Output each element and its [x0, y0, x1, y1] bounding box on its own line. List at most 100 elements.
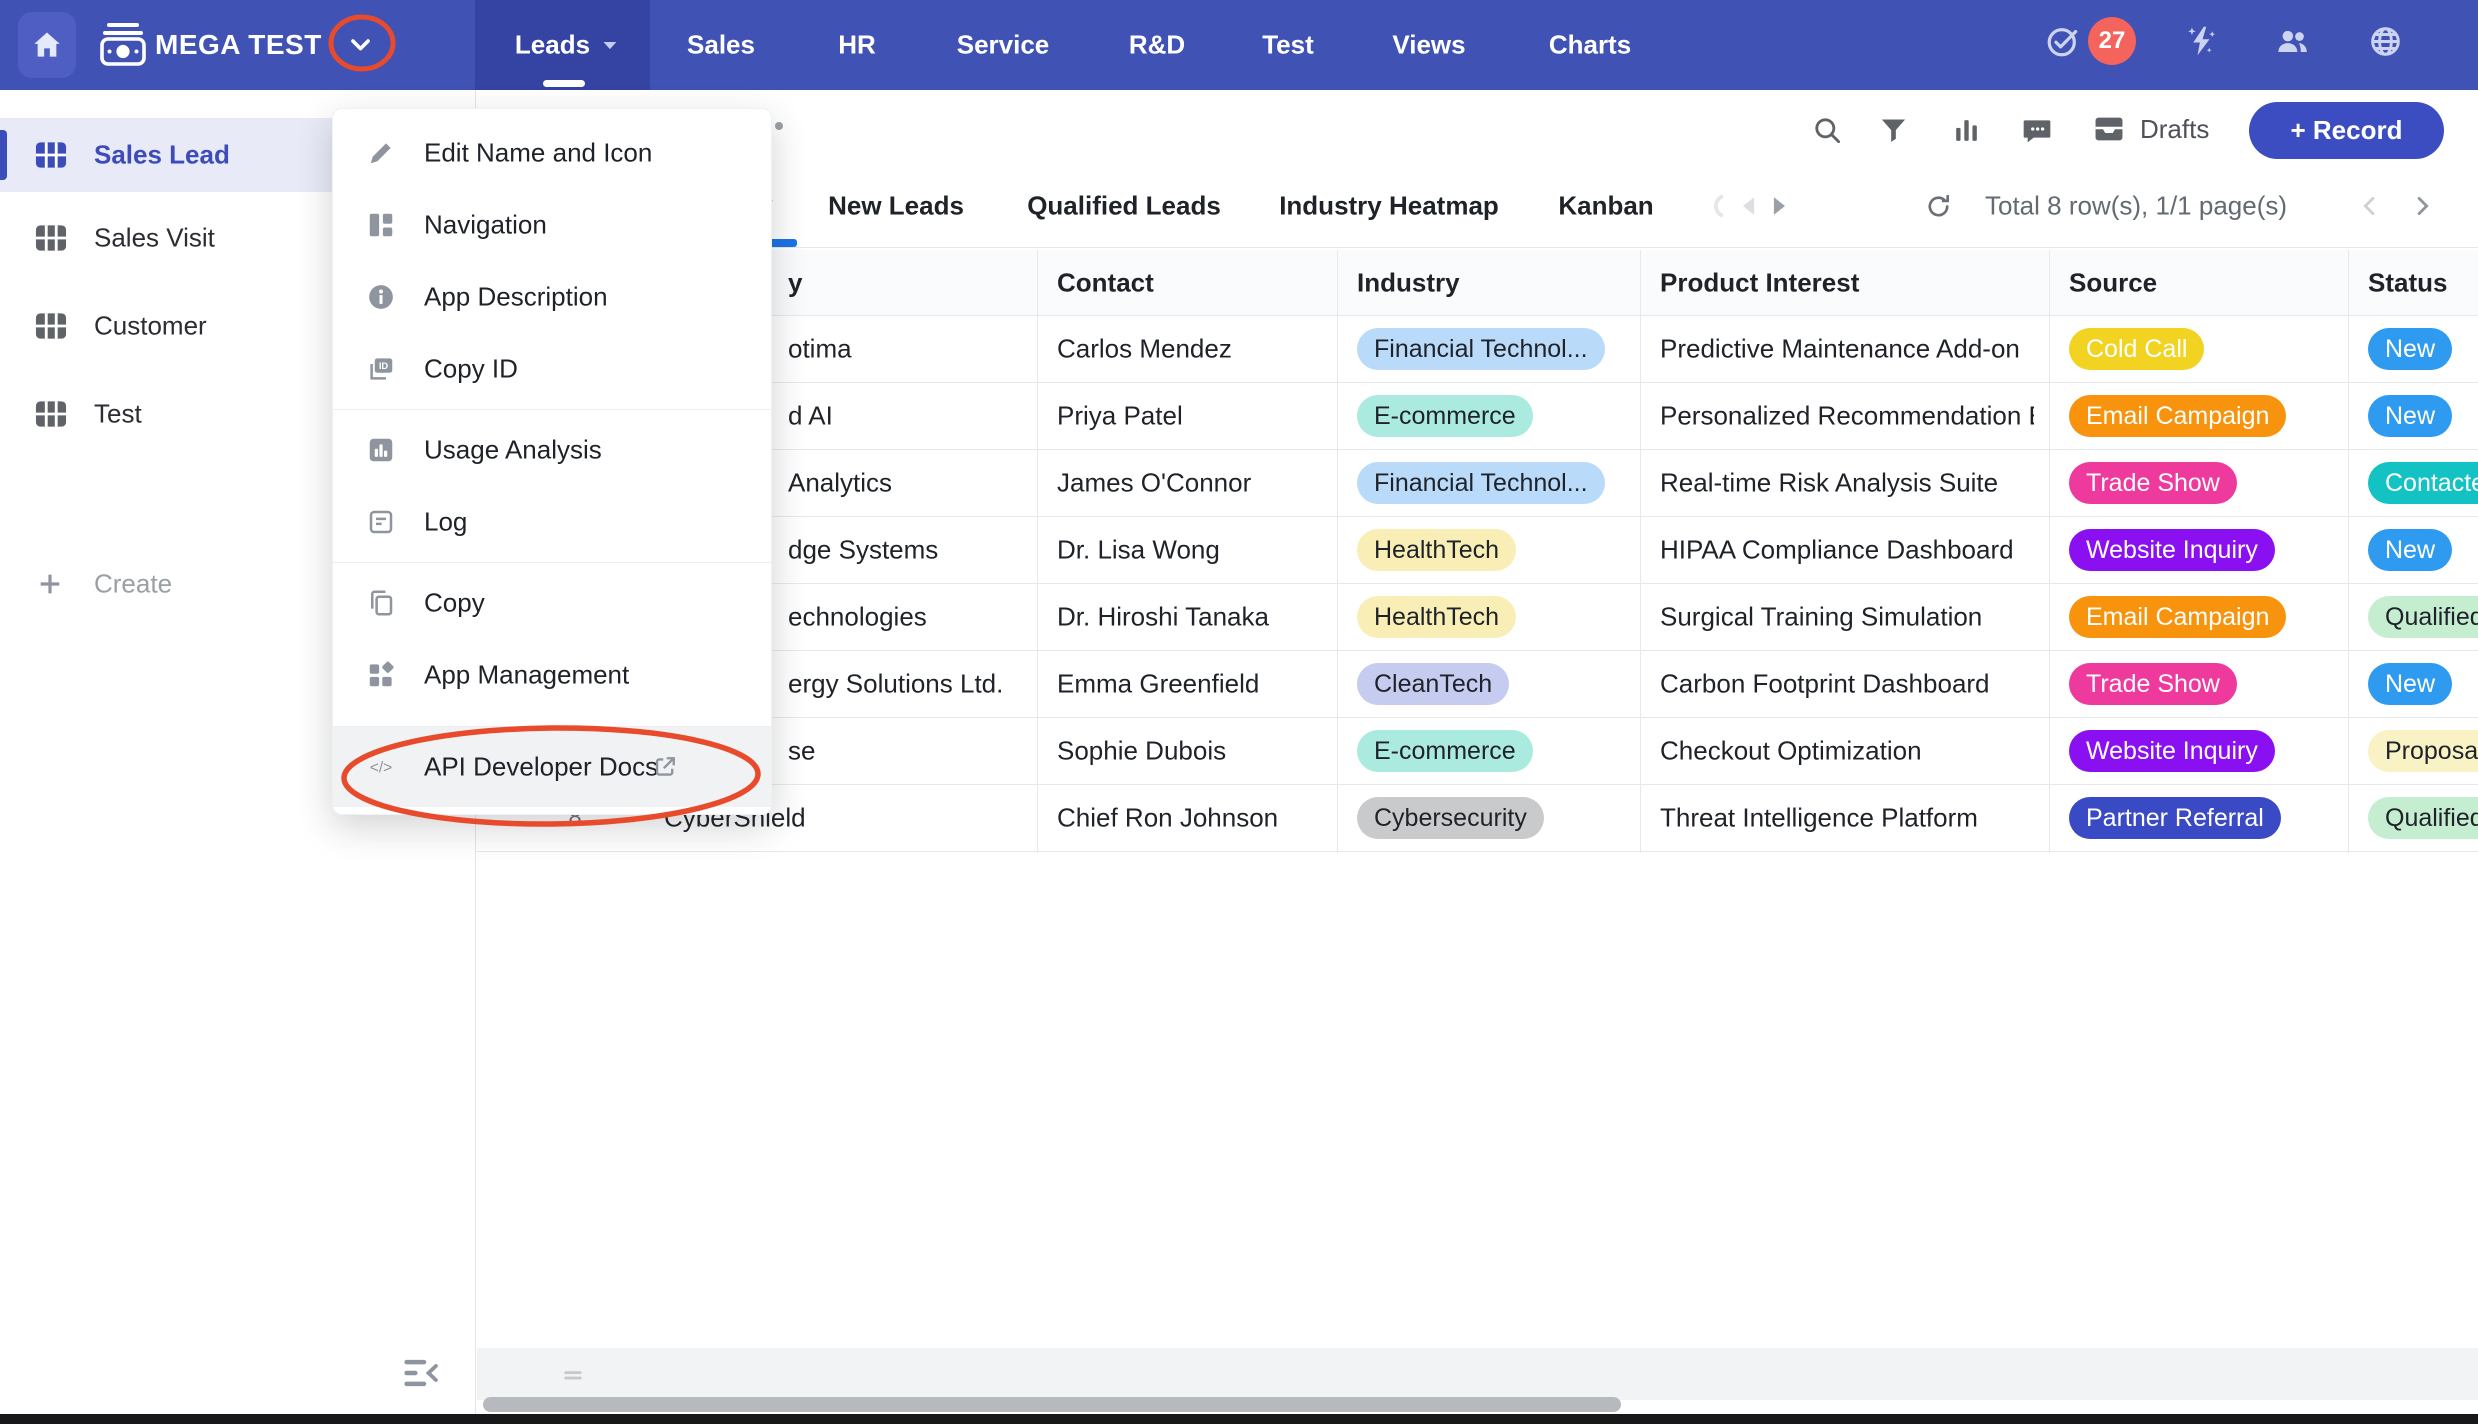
chart-view-icon[interactable]	[1951, 115, 1982, 146]
menu-item-app-description[interactable]: App Description	[333, 261, 771, 333]
page-prev-icon[interactable]	[2356, 192, 2384, 220]
cell-source[interactable]: Partner Referral	[2069, 797, 2281, 839]
cell-product-interest[interactable]: Checkout Optimization	[1660, 736, 2034, 767]
table-row[interactable]: 8CyberShieldChief Ron JohnsonCybersecuri…	[476, 785, 2478, 852]
home-button[interactable]	[18, 12, 76, 78]
cell-status[interactable]: New	[2368, 395, 2452, 437]
cell-company[interactable]: se	[788, 736, 815, 767]
cell-contact[interactable]: Emma Greenfield	[1057, 669, 1259, 700]
drafts-button[interactable]: Drafts	[2092, 112, 2209, 146]
view-tab-industry-heatmap[interactable]: Industry Heatmap	[1279, 191, 1499, 222]
cell-source[interactable]: Cold Call	[2069, 328, 2204, 370]
table-row[interactable]: 2d AIPriya PatelE-commercePersonalized R…	[476, 383, 2478, 450]
menu-item-app-management[interactable]: App Management	[333, 639, 771, 711]
cell-company[interactable]: Analytics	[788, 468, 892, 499]
page-next-icon[interactable]	[2408, 192, 2436, 220]
search-icon[interactable]	[1812, 115, 1843, 146]
cell-contact[interactable]: Carlos Mendez	[1057, 334, 1232, 365]
nav-tab-test[interactable]: Test	[1262, 30, 1314, 61]
record-button[interactable]: + Record	[2249, 102, 2444, 159]
cell-status[interactable]: New	[2368, 663, 2452, 705]
column-header-status[interactable]: Status	[2368, 268, 2447, 299]
cell-industry[interactable]: Cybersecurity	[1357, 797, 1544, 839]
cell-product-interest[interactable]: Carbon Footprint Dashboard	[1660, 669, 2034, 700]
menu-item-copy[interactable]: Copy	[333, 567, 771, 639]
nav-tab-charts[interactable]: Charts	[1549, 30, 1631, 61]
members-icon[interactable]	[2275, 24, 2310, 59]
cell-contact[interactable]: Sophie Dubois	[1057, 736, 1226, 767]
table-row[interactable]: 7seSophie DuboisE-commerceCheckout Optim…	[476, 718, 2478, 785]
menu-item-usage-analysis[interactable]: Usage Analysis	[333, 414, 771, 486]
cell-contact[interactable]: James O'Connor	[1057, 468, 1251, 499]
cell-industry[interactable]: Financial Technol...	[1357, 462, 1605, 504]
cell-contact[interactable]: Chief Ron Johnson	[1057, 803, 1278, 834]
cell-product-interest[interactable]: Surgical Training Simulation	[1660, 602, 2034, 633]
nav-tab-service[interactable]: Service	[957, 30, 1050, 61]
table-row[interactable]: 1otimaCarlos MendezFinancial Technol...P…	[476, 316, 2478, 383]
refresh-icon[interactable]	[1924, 192, 1953, 221]
cell-company[interactable]: echnologies	[788, 602, 927, 633]
notification-badge[interactable]: 27	[2088, 17, 2136, 65]
table-row[interactable]: 3AnalyticsJames O'ConnorFinancial Techno…	[476, 450, 2478, 517]
cell-company[interactable]: d AI	[788, 401, 833, 432]
cell-source[interactable]: Website Inquiry	[2069, 529, 2275, 571]
tasks-icon[interactable]	[2045, 24, 2080, 59]
cell-source[interactable]: Email Campaign	[2069, 596, 2286, 638]
nav-tab-hr[interactable]: HR	[838, 30, 876, 61]
column-header-source[interactable]: Source	[2069, 268, 2157, 299]
cell-industry[interactable]: E-commerce	[1357, 395, 1533, 437]
view-tab-qualified-leads[interactable]: Qualified Leads	[1027, 191, 1221, 222]
ai-assistant-icon[interactable]	[2184, 23, 2220, 59]
row-height-icon[interactable]	[560, 1362, 586, 1388]
column-header-contact[interactable]: Contact	[1057, 268, 1154, 299]
menu-item-api-developer-docs[interactable]: </>API Developer Docs	[333, 727, 771, 807]
horizontal-scrollbar[interactable]	[483, 1397, 1621, 1412]
nav-tab-sales[interactable]: Sales	[687, 30, 755, 61]
cell-status[interactable]: Contacted	[2368, 462, 2478, 504]
cell-contact[interactable]: Priya Patel	[1057, 401, 1183, 432]
nav-tab-rd[interactable]: R&D	[1129, 30, 1185, 61]
cell-status[interactable]: Qualified	[2368, 596, 2478, 638]
cell-status[interactable]: Qualified	[2368, 797, 2478, 839]
table-row[interactable]: 5echnologiesDr. Hiroshi TanakaHealthTech…	[476, 584, 2478, 651]
cell-product-interest[interactable]: Predictive Maintenance Add-on	[1660, 334, 2034, 365]
cell-industry[interactable]: HealthTech	[1357, 529, 1516, 571]
menu-item-copy-id[interactable]: IDCopy ID	[333, 333, 771, 405]
cell-company[interactable]: ergy Solutions Ltd.	[788, 669, 1003, 700]
cell-status[interactable]: New	[2368, 328, 2452, 370]
cell-contact[interactable]: Dr. Lisa Wong	[1057, 535, 1220, 566]
filter-icon[interactable]	[1878, 115, 1909, 146]
menu-item-edit-name-and-icon[interactable]: Edit Name and Icon	[333, 117, 771, 189]
cell-product-interest[interactable]: Personalized Recommendation Engine	[1660, 401, 2034, 432]
cell-industry[interactable]: E-commerce	[1357, 730, 1533, 772]
view-tab-new-leads[interactable]: New Leads	[828, 191, 964, 222]
collapse-sidebar-button[interactable]	[400, 1352, 442, 1394]
cell-source[interactable]: Trade Show	[2069, 663, 2237, 705]
column-header-industry[interactable]: Industry	[1357, 268, 1460, 299]
view-tabs-prev-icon[interactable]	[1736, 192, 1764, 220]
cell-contact[interactable]: Dr. Hiroshi Tanaka	[1057, 602, 1269, 633]
column-header-company-fragment[interactable]: y	[788, 268, 802, 299]
app-menu-chevron-icon[interactable]	[344, 28, 377, 61]
view-tab-kanban[interactable]: Kanban	[1558, 191, 1653, 222]
view-tabs-next-icon[interactable]	[1764, 192, 1792, 220]
nav-tab-leads[interactable]: Leads	[515, 30, 621, 61]
cell-company[interactable]: dge Systems	[788, 535, 938, 566]
cell-status[interactable]: New	[2368, 529, 2452, 571]
nav-tab-views[interactable]: Views	[1392, 30, 1465, 61]
table-row[interactable]: 4dge SystemsDr. Lisa WongHealthTechHIPAA…	[476, 517, 2478, 584]
cell-industry[interactable]: Financial Technol...	[1357, 328, 1605, 370]
cell-company[interactable]: otima	[788, 334, 852, 365]
cell-industry[interactable]: HealthTech	[1357, 596, 1516, 638]
cell-product-interest[interactable]: Threat Intelligence Platform	[1660, 803, 2034, 834]
menu-item-navigation[interactable]: Navigation	[333, 189, 771, 261]
cell-source[interactable]: Trade Show	[2069, 462, 2237, 504]
cell-product-interest[interactable]: HIPAA Compliance Dashboard	[1660, 535, 2034, 566]
table-row[interactable]: 6ergy Solutions Ltd.Emma GreenfieldClean…	[476, 651, 2478, 718]
comments-icon[interactable]	[2021, 115, 2053, 147]
menu-item-log[interactable]: Log	[333, 486, 771, 558]
cell-source[interactable]: Website Inquiry	[2069, 730, 2275, 772]
globe-icon[interactable]	[2368, 24, 2403, 59]
cell-source[interactable]: Email Campaign	[2069, 395, 2286, 437]
cell-industry[interactable]: CleanTech	[1357, 663, 1509, 705]
